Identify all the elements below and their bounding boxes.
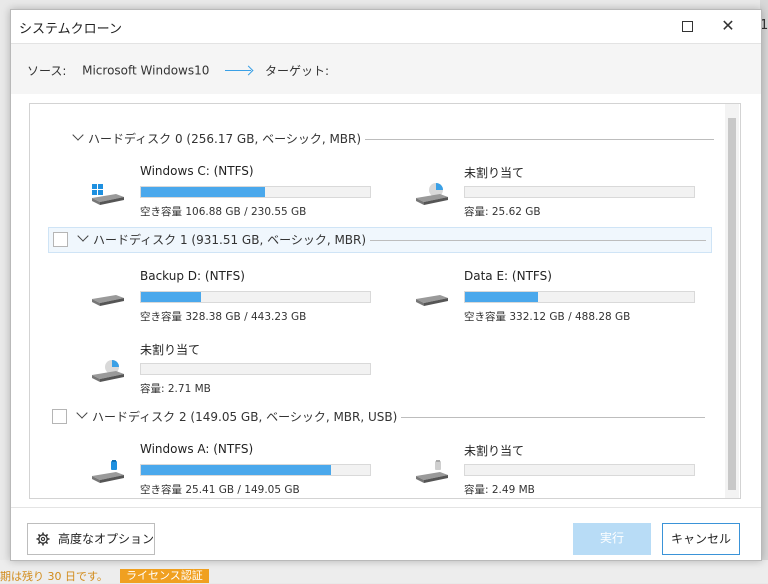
hard-drive-icon bbox=[416, 295, 448, 306]
disk-label: ハードディスク 2 (149.05 GB, ベーシック, MBR, USB) bbox=[92, 408, 402, 425]
disk-label: ハードディスク 1 (931.51 GB, ベーシック, MBR) bbox=[93, 231, 371, 248]
scrollbar-thumb[interactable] bbox=[728, 118, 736, 490]
disk-header-1[interactable]: ハードディスク 1 (931.51 GB, ベーシック, MBR) bbox=[48, 227, 712, 253]
target-label: ターゲット: bbox=[265, 64, 330, 78]
usage-bar bbox=[140, 363, 371, 375]
partition-item[interactable]: 未割り当て 容量: 2.71 MB bbox=[90, 341, 371, 395]
disk-list[interactable]: ハードディスク 0 (256.17 GB, ベーシック, MBR) Window… bbox=[29, 103, 741, 499]
disk-header-2[interactable]: ハードディスク 2 (149.05 GB, ベーシック, MBR, USB) bbox=[48, 405, 710, 429]
usage-bar bbox=[140, 291, 371, 303]
unallocated-pie-icon bbox=[92, 360, 124, 382]
usage-bar bbox=[464, 291, 695, 303]
partition-info: 容量: 2.71 MB bbox=[140, 383, 211, 395]
usage-bar bbox=[140, 186, 371, 198]
partition-info: 空き容量 332.12 GB / 488.28 GB bbox=[464, 311, 631, 323]
usage-fill bbox=[141, 187, 265, 197]
advanced-options-button[interactable]: 高度なオプション bbox=[27, 523, 155, 555]
window-title: システムクローン bbox=[19, 22, 122, 37]
partition-info: 容量: 25.62 GB bbox=[464, 206, 541, 218]
source-label: ソース: bbox=[27, 64, 67, 78]
partition-item[interactable]: 未割り当て 容量: 25.62 GB bbox=[414, 164, 695, 218]
partition-name: 未割り当て bbox=[464, 444, 525, 458]
background-status-strip bbox=[0, 560, 768, 583]
partition-name: 未割り当て bbox=[464, 166, 525, 180]
partition-item[interactable]: 未割り当て 容量: 2.49 MB bbox=[414, 442, 695, 496]
partition-name: 未割り当て bbox=[140, 343, 201, 357]
disk-label: ハードディスク 0 (256.17 GB, ベーシック, MBR) bbox=[88, 130, 366, 147]
advanced-options-label: 高度なオプション bbox=[58, 532, 155, 546]
partition-info: 空き容量 106.88 GB / 230.55 GB bbox=[140, 206, 307, 218]
license-activate-button[interactable]: ライセンス認証 bbox=[120, 569, 209, 583]
close-icon[interactable]: ✕ bbox=[711, 14, 745, 38]
partition-name: Windows A: (NTFS) bbox=[140, 442, 254, 456]
partition-item[interactable]: Windows C: (NTFS) 空き容量 106.88 GB / 230.5… bbox=[90, 164, 371, 218]
partition-item[interactable]: Windows A: (NTFS) 空き容量 25.41 GB / 149.05… bbox=[90, 442, 371, 496]
title-bar: システムクローン ✕ bbox=[11, 10, 761, 43]
usage-fill bbox=[465, 292, 539, 302]
usage-bar bbox=[464, 186, 695, 198]
partition-name: Backup D: (NTFS) bbox=[140, 269, 245, 283]
partition-info: 容量: 2.49 MB bbox=[464, 484, 535, 496]
right-arrow-icon bbox=[225, 70, 252, 71]
partition-name: Data E: (NTFS) bbox=[464, 269, 552, 283]
partition-name: Windows C: (NTFS) bbox=[140, 164, 254, 178]
gear-icon bbox=[36, 532, 50, 546]
disk-checkbox[interactable] bbox=[53, 232, 68, 247]
chevron-down-icon[interactable] bbox=[76, 407, 88, 419]
partition-info: 空き容量 328.38 GB / 443.23 GB bbox=[140, 311, 307, 323]
usage-fill bbox=[141, 292, 201, 302]
partition-info: 空き容量 25.41 GB / 149.05 GB bbox=[140, 484, 300, 496]
divider bbox=[383, 417, 705, 418]
partition-item[interactable]: Data E: (NTFS) 空き容量 332.12 GB / 488.28 G… bbox=[414, 269, 695, 323]
unallocated-pie-icon bbox=[416, 183, 448, 205]
usage-bar bbox=[464, 464, 695, 476]
system-clone-dialog: システムクローン ✕ ソース: Microsoft Windows10 ターゲッ… bbox=[10, 9, 762, 561]
chevron-down-icon[interactable] bbox=[77, 230, 89, 242]
disk-checkbox[interactable] bbox=[52, 409, 67, 424]
usage-bar bbox=[140, 464, 371, 476]
hard-drive-icon bbox=[92, 295, 124, 306]
footer-divider bbox=[11, 507, 761, 508]
windows-drive-icon bbox=[92, 184, 124, 205]
usb-drive-icon bbox=[92, 460, 124, 483]
source-value: Microsoft Windows10 bbox=[82, 63, 210, 78]
usb-drive-icon bbox=[416, 460, 448, 483]
divider bbox=[350, 139, 714, 140]
divider bbox=[354, 240, 706, 241]
source-target-bar: ソース: Microsoft Windows10 ターゲット: bbox=[11, 43, 761, 94]
trial-notice: 期は残り 30 日です。 bbox=[0, 570, 108, 583]
disk-header-0[interactable]: ハードディスク 0 (256.17 GB, ベーシック, MBR) bbox=[60, 127, 720, 151]
cancel-button[interactable]: キャンセル bbox=[662, 523, 740, 555]
partition-item[interactable]: Backup D: (NTFS) 空き容量 328.38 GB / 443.23… bbox=[90, 269, 371, 323]
usage-fill bbox=[141, 465, 332, 475]
maximize-icon[interactable] bbox=[670, 14, 704, 38]
chevron-down-icon[interactable] bbox=[72, 129, 84, 141]
run-button[interactable]: 実行 bbox=[573, 523, 651, 555]
